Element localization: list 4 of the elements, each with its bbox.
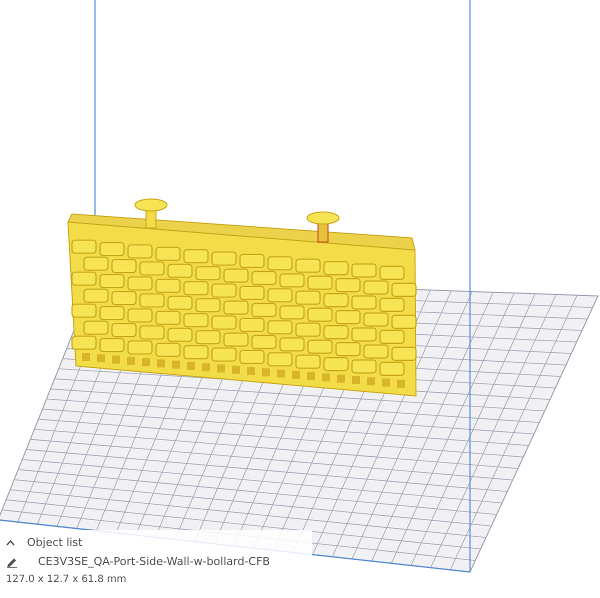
object-list-toggle[interactable]: Object list — [6, 536, 306, 549]
pencil-icon — [6, 556, 18, 568]
object-dimensions: 127.0 x 12.7 x 61.8 mm — [6, 574, 128, 585]
object-name: CE3V3SE_QA-Port-Side-Wall-w-bollard-CFB — [37, 555, 270, 568]
